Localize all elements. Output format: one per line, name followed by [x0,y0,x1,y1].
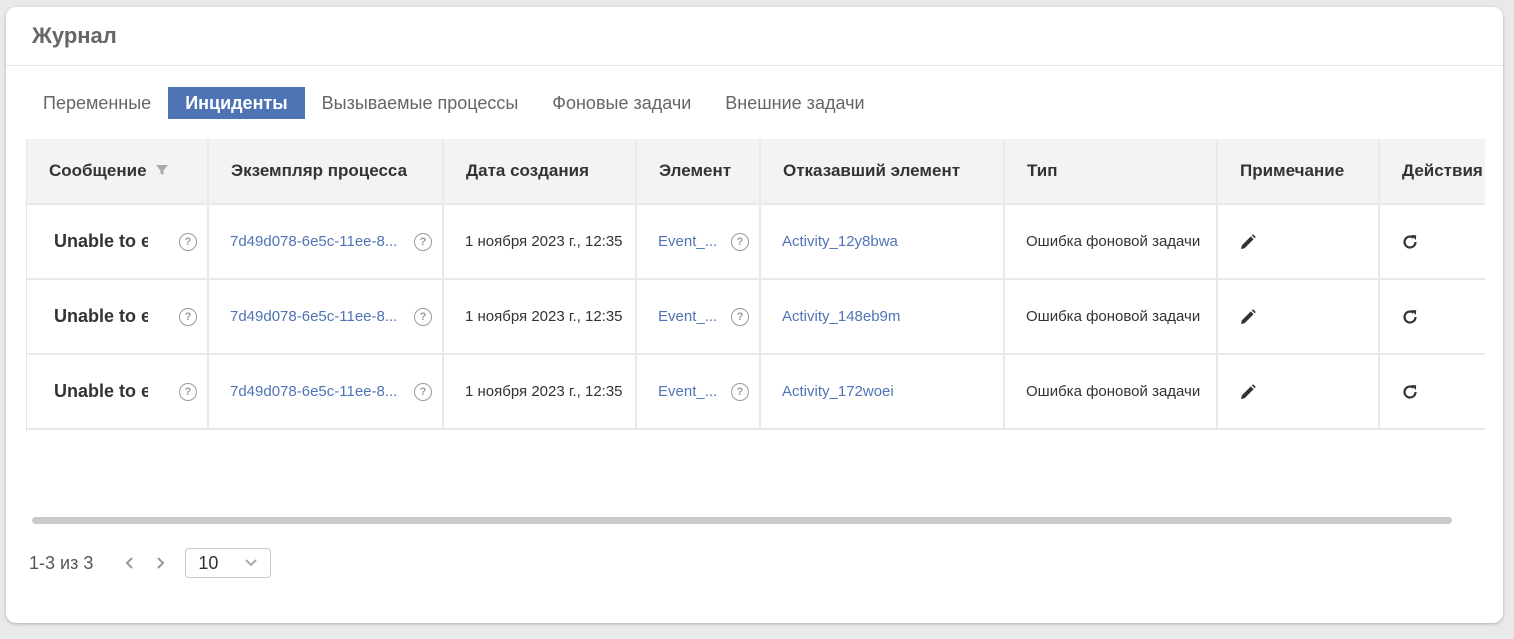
tab-variables[interactable]: Переменные [26,87,168,119]
tab-background-jobs[interactable]: Фоновые задачи [535,87,708,119]
failed-element-link[interactable]: Activity_12y8bwa [782,233,898,250]
failed-element-link[interactable]: Activity_148eb9m [782,308,900,325]
question-circle-icon[interactable]: ? [179,382,197,401]
incident-type: Ошибка фоновой задачи [1026,308,1201,325]
created-date: 1 ноября 2023 г., 12:35 [465,383,623,400]
filter-icon[interactable] [155,163,169,177]
chevron-right-icon[interactable] [145,548,175,578]
journal-panel: Журнал Переменные Инциденты Вызываемые п… [6,7,1503,623]
pencil-icon[interactable] [1239,383,1257,401]
column-header-type: Тип [1004,139,1218,205]
table-row: Unable to e ? 7d49d078-6e5c-11ee-8... ? … [27,279,1485,355]
question-circle-icon[interactable]: ? [414,307,432,326]
tab-bar: Переменные Инциденты Вызываемые процессы… [26,87,882,119]
pagination: 1-3 из 3 10 [29,547,272,579]
incident-type: Ошибка фоновой задачи [1026,233,1201,250]
table-header-row: Сообщение Экземпляр процесса Дата создан… [27,139,1485,205]
tab-called-processes[interactable]: Вызываемые процессы [305,87,536,119]
refresh-icon[interactable] [1401,233,1419,251]
panel-header: Журнал [6,7,1503,66]
question-circle-icon[interactable]: ? [731,382,749,401]
column-header-note: Примечание [1217,139,1380,205]
column-header-element: Элемент [636,139,761,205]
question-circle-icon[interactable]: ? [414,232,432,251]
column-header-actions: Действия [1379,139,1485,205]
column-header-label: Сообщение [49,161,147,180]
panel-title: Журнал [32,23,117,48]
question-circle-icon[interactable]: ? [414,382,432,401]
column-header-created: Дата создания [443,139,637,205]
created-date: 1 ноября 2023 г., 12:35 [465,308,623,325]
pencil-icon[interactable] [1239,308,1257,326]
incident-message: Unable to e [54,231,148,251]
pagination-summary: 1-3 из 3 [29,552,94,573]
question-circle-icon[interactable]: ? [179,307,197,326]
element-link[interactable]: Event_... [658,308,717,325]
tab-incidents[interactable]: Инциденты [168,87,305,119]
incidents-table: Сообщение Экземпляр процесса Дата создан… [27,139,1485,430]
horizontal-scrollbar[interactable] [32,517,1452,524]
chevron-left-icon[interactable] [115,548,145,578]
column-header-instance: Экземпляр процесса [208,139,444,205]
incidents-table-container: Сообщение Экземпляр процесса Дата создан… [26,139,1485,432]
created-date: 1 ноября 2023 г., 12:35 [465,233,623,250]
process-instance-link[interactable]: 7d49d078-6e5c-11ee-8... [230,308,397,325]
page-size-value: 10 [198,552,219,573]
element-link[interactable]: Event_... [658,233,717,250]
process-instance-link[interactable]: 7d49d078-6e5c-11ee-8... [230,233,397,250]
incident-type: Ошибка фоновой задачи [1026,383,1201,400]
question-circle-icon[interactable]: ? [731,307,749,326]
refresh-icon[interactable] [1401,308,1419,326]
failed-element-link[interactable]: Activity_172woei [782,383,894,400]
column-header-failed-element: Отказавший элемент [760,139,1005,205]
chevron-down-icon [245,559,258,567]
table-row: Unable to e ? 7d49d078-6e5c-11ee-8... ? … [27,204,1485,280]
column-header-message[interactable]: Сообщение [27,139,209,205]
page-size-select[interactable]: 10 [185,548,272,578]
question-circle-icon[interactable]: ? [179,232,197,251]
pencil-icon[interactable] [1239,233,1257,251]
question-circle-icon[interactable]: ? [731,232,749,251]
incident-message: Unable to e [54,381,148,401]
incident-message: Unable to e [54,306,148,326]
refresh-icon[interactable] [1401,383,1419,401]
process-instance-link[interactable]: 7d49d078-6e5c-11ee-8... [230,383,397,400]
table-row: Unable to e ? 7d49d078-6e5c-11ee-8... ? … [27,354,1485,430]
element-link[interactable]: Event_... [658,383,717,400]
tab-external-tasks[interactable]: Внешние задачи [708,87,881,119]
